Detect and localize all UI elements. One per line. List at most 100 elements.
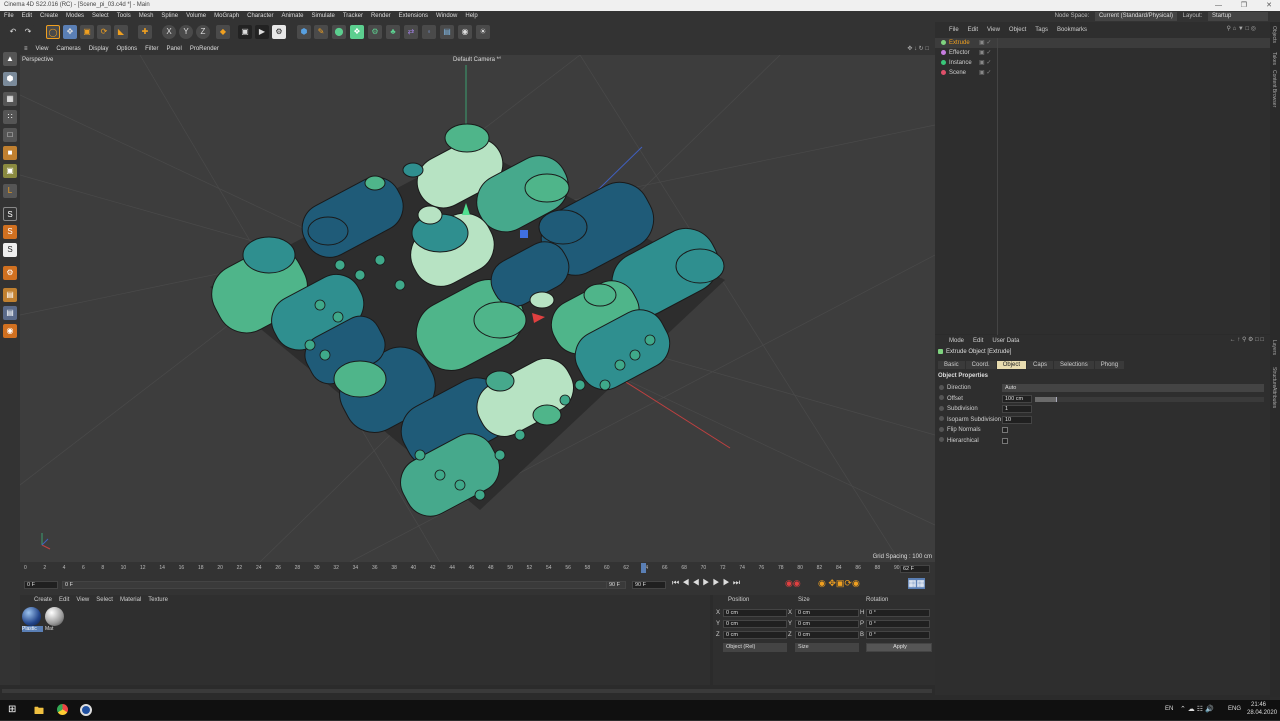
- tab-phong[interactable]: Phong: [1094, 361, 1125, 369]
- cinema4d-icon[interactable]: [80, 704, 92, 716]
- quantize-icon[interactable]: S: [3, 243, 17, 257]
- property-radio-icon[interactable]: [939, 405, 944, 411]
- object-row-extrude[interactable]: Extrude ▣ ✓: [935, 38, 1270, 48]
- 3d-viewport[interactable]: Perspective Default Camera *° Grid Spaci…: [20, 55, 935, 562]
- coordinate-mode-dropdown[interactable]: Object (Rel): [723, 643, 787, 652]
- object-menu-edit[interactable]: Edit: [968, 27, 978, 33]
- playback-controls[interactable]: ⏮◀◀▶▶▶⏭: [672, 578, 782, 590]
- preview-range-bar[interactable]: 0 F: [62, 581, 622, 589]
- y-axis-icon[interactable]: Y: [179, 25, 193, 39]
- menu-simulate[interactable]: Simulate: [308, 11, 339, 22]
- viewport-menu-options[interactable]: Options: [112, 44, 141, 55]
- menu-mograph[interactable]: MoGraph: [210, 11, 243, 22]
- visibility-toggle[interactable]: ▣ ✓: [979, 68, 991, 78]
- snap-icon[interactable]: S: [3, 207, 17, 221]
- polygons-mode-icon[interactable]: ■: [3, 146, 17, 160]
- live-select-icon[interactable]: ◯: [46, 25, 60, 39]
- edges-mode-icon[interactable]: □: [3, 128, 17, 142]
- material-swatch-mat[interactable]: Mat: [45, 607, 66, 632]
- locked-workplane-icon[interactable]: ▤: [3, 288, 17, 302]
- menu-extensions[interactable]: Extensions: [395, 11, 432, 22]
- undo-icon[interactable]: ↶: [6, 25, 20, 39]
- coordinate-system-icon[interactable]: ◆: [216, 25, 230, 39]
- timeline-ruler[interactable]: 0 2 4 6 8 10 12 14 16 18 20 22 24 26 28 30 32 34 36 38 40 42 4…: [20, 564, 900, 574]
- pos-field[interactable]: 0 cm: [723, 609, 787, 617]
- menu-select[interactable]: Select: [88, 11, 113, 22]
- size-field[interactable]: 0 cm: [795, 609, 859, 617]
- menu-create[interactable]: Create: [36, 11, 62, 22]
- subdivision-icon[interactable]: ⬤: [332, 25, 346, 39]
- viewport-menu-display[interactable]: Display: [85, 44, 113, 55]
- material-menu-view[interactable]: View: [76, 597, 89, 603]
- side-tab-takes[interactable]: Takes: [1271, 52, 1277, 65]
- redo-icon[interactable]: ↷: [21, 25, 35, 39]
- tab-caps[interactable]: Caps: [1027, 361, 1054, 369]
- material-menu-texture[interactable]: Texture: [148, 597, 168, 603]
- object-row-instance[interactable]: Instance ▣ ✓: [935, 58, 1270, 68]
- material-menu-edit[interactable]: Edit: [59, 597, 69, 603]
- pen-icon[interactable]: ✎: [314, 25, 328, 39]
- tab-selections[interactable]: Selections: [1054, 361, 1094, 369]
- viewport-menu-view[interactable]: View: [32, 44, 53, 55]
- property-radio-icon[interactable]: [939, 416, 944, 422]
- solo-icon[interactable]: ◉: [3, 324, 17, 338]
- animation-mode-icon[interactable]: ▦▦: [908, 578, 926, 589]
- timeline-playhead[interactable]: [641, 563, 647, 573]
- direction-dropdown[interactable]: Auto: [1002, 384, 1264, 392]
- offset-slider[interactable]: [1035, 396, 1264, 402]
- recent-tools-icon[interactable]: ◣: [114, 25, 128, 39]
- close-icon[interactable]: ✕: [1266, 0, 1272, 11]
- node-space-dropdown[interactable]: Current (Standard/Physical): [1094, 12, 1177, 21]
- property-value-field[interactable]: 100 cm: [1002, 394, 1032, 403]
- deformer-icon[interactable]: ⇄: [404, 25, 418, 39]
- clock-date[interactable]: 28.04.2020: [1247, 710, 1277, 716]
- rotate-icon[interactable]: ⟳: [97, 25, 111, 39]
- viewport-menu-panel[interactable]: Panel: [162, 44, 185, 55]
- start-frame-field[interactable]: 0 F: [24, 581, 58, 589]
- side-tab-structure[interactable]: Structure: [1271, 367, 1277, 387]
- camera-icon[interactable]: ◉: [458, 25, 472, 39]
- menu-volume[interactable]: Volume: [182, 11, 210, 22]
- scale-icon[interactable]: ▣: [80, 25, 94, 39]
- file-explorer-icon[interactable]: 🖿: [34, 704, 44, 721]
- render-picture-viewer-icon[interactable]: ▶: [255, 25, 269, 39]
- tab-basic[interactable]: Basic: [938, 361, 965, 369]
- attribute-menu-mode[interactable]: Mode: [949, 338, 964, 344]
- preview-max-field[interactable]: 90 F: [606, 581, 626, 589]
- tab-coord[interactable]: Coord.: [965, 361, 996, 369]
- rot-field[interactable]: 0 °: [866, 609, 930, 617]
- pos-field[interactable]: 0 cm: [723, 631, 787, 639]
- property-checkbox[interactable]: [1002, 437, 1008, 444]
- mograph-icon[interactable]: ♣: [386, 25, 400, 39]
- input-language[interactable]: ENG: [1228, 706, 1241, 712]
- property-radio-icon[interactable]: [939, 437, 944, 443]
- end-frame-field[interactable]: 90 F: [632, 581, 666, 589]
- menu-tracker[interactable]: Tracker: [339, 11, 367, 22]
- property-radio-icon[interactable]: [939, 426, 944, 432]
- menu-animate[interactable]: Animate: [277, 11, 307, 22]
- viewport-menu-prorender[interactable]: ProRender: [186, 44, 223, 55]
- cube-icon[interactable]: ⬢: [297, 25, 311, 39]
- z-axis-icon[interactable]: Z: [196, 25, 210, 39]
- layout-dropdown[interactable]: Startup: [1208, 12, 1268, 21]
- visibility-toggle[interactable]: ▣ ✓: [979, 38, 991, 48]
- menu-render[interactable]: Render: [367, 11, 395, 22]
- restore-icon[interactable]: ❐: [1241, 0, 1247, 11]
- menu-help[interactable]: Help: [461, 11, 481, 22]
- side-tab-attributes[interactable]: Attributes: [1271, 387, 1277, 408]
- menu-edit[interactable]: Edit: [18, 11, 36, 22]
- object-menu-bookmarks[interactable]: Bookmarks: [1057, 27, 1087, 33]
- object-row-scene[interactable]: Scene ▣ ✓: [935, 68, 1270, 78]
- menu-tools[interactable]: Tools: [113, 11, 135, 22]
- viewport-menu-icon[interactable]: ≡: [20, 44, 32, 55]
- record-icon[interactable]: ◉◉: [785, 578, 801, 589]
- property-radio-icon[interactable]: [939, 384, 944, 390]
- menu-mesh[interactable]: Mesh: [135, 11, 158, 22]
- object-menu-view[interactable]: View: [987, 27, 1000, 33]
- viewport-nav-icons[interactable]: ✥ ↓ ↻ □: [907, 44, 929, 55]
- object-row-effector[interactable]: Effector ▣ ✓: [935, 48, 1270, 58]
- field-icon[interactable]: ◦: [422, 25, 436, 39]
- render-settings-icon[interactable]: ⚙: [272, 25, 286, 39]
- menu-spline[interactable]: Spline: [157, 11, 182, 22]
- light-icon[interactable]: ☀: [476, 25, 490, 39]
